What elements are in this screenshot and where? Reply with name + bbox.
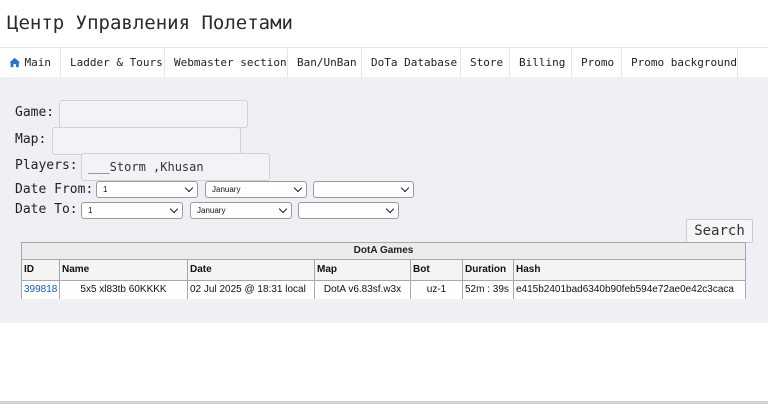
nav-item-ban-unban[interactable]: Ban/UnBan bbox=[288, 48, 362, 77]
game-input[interactable] bbox=[59, 100, 248, 128]
column-header-name: Name bbox=[60, 260, 188, 280]
players-input[interactable]: ___Storm ,Khusan bbox=[81, 153, 270, 181]
chevron-down-icon bbox=[385, 204, 395, 214]
date-to-year-select[interactable] bbox=[298, 202, 399, 219]
nav-item-promo-background[interactable]: Promo background bbox=[622, 48, 738, 77]
nav-item-label: Promo background bbox=[631, 56, 737, 69]
nav-item-ladder-tours[interactable]: Ladder & Tours bbox=[61, 48, 165, 77]
nav-item-label: Main bbox=[24, 56, 52, 69]
chevron-down-icon bbox=[184, 183, 194, 193]
chevron-down-icon bbox=[278, 204, 288, 214]
players-label: Players: bbox=[15, 158, 78, 173]
search-button[interactable]: Search bbox=[686, 219, 753, 243]
column-header-hash: Hash bbox=[516, 264, 541, 275]
game-name-cell: 5x5 xl83tb 60KKKK bbox=[60, 281, 188, 299]
date-from-day-select[interactable]: 1 bbox=[96, 181, 198, 198]
game-bot-cell: uz-1 bbox=[411, 281, 463, 299]
selected-value: 1 bbox=[88, 206, 93, 215]
table-row: 399818 5x5 xl83tb 60KKKK 02 Jul 2025 @ 1… bbox=[22, 281, 745, 299]
nav-item-dota-database[interactable]: DoTa Database bbox=[362, 48, 461, 77]
main-nav: Main Ladder & Tours Webmaster section Ba… bbox=[0, 47, 768, 78]
date-to-label: Date To: bbox=[15, 202, 78, 217]
column-header-map: Map bbox=[315, 260, 411, 280]
date-to-month-select[interactable]: January bbox=[190, 202, 292, 219]
nav-item-label: Ladder & Tours bbox=[70, 56, 163, 69]
nav-item-billing[interactable]: Billing bbox=[510, 48, 572, 77]
date-to-day-select[interactable]: 1 bbox=[81, 202, 183, 219]
column-header-date: Date bbox=[188, 260, 315, 280]
chevron-down-icon bbox=[169, 204, 179, 214]
game-hash-cell: e415b2401bad6340b90feb594e72ae0e42c3caca bbox=[516, 284, 734, 295]
table-header-row: ID Name Date Map Bot Duration Hash bbox=[22, 260, 745, 281]
column-header-duration: Duration bbox=[463, 260, 514, 280]
table-caption: DotA Games bbox=[22, 243, 745, 260]
nav-item-main[interactable]: Main bbox=[0, 48, 61, 77]
nav-item-label: Ban/UnBan bbox=[297, 56, 357, 69]
nav-item-webmaster-section[interactable]: Webmaster section bbox=[165, 48, 288, 77]
game-date-cell: 02 Jul 2025 @ 18:31 local bbox=[188, 281, 315, 299]
nav-item-label: Billing bbox=[519, 56, 566, 69]
column-header-bot: Bot bbox=[411, 260, 463, 280]
nav-item-label: Webmaster section bbox=[174, 56, 287, 69]
date-from-month-select[interactable]: January bbox=[205, 181, 307, 198]
date-from-year-select[interactable] bbox=[313, 181, 414, 198]
column-header-id: ID bbox=[22, 260, 60, 280]
page-title: Центр Управления Полетами bbox=[7, 12, 293, 34]
chevron-down-icon bbox=[293, 183, 303, 193]
nav-item-store[interactable]: Store bbox=[461, 48, 510, 77]
game-map-cell: DotA v6.83sf.w3x bbox=[315, 281, 411, 299]
home-icon bbox=[9, 57, 21, 68]
selected-value: 1 bbox=[103, 185, 108, 194]
nav-item-label: Store bbox=[470, 56, 504, 69]
nav-item-label: DoTa Database bbox=[371, 56, 458, 69]
nav-item-label: Promo bbox=[581, 56, 615, 69]
game-duration-cell: 52m : 39s bbox=[463, 281, 514, 299]
nav-item-promo[interactable]: Promo bbox=[572, 48, 622, 77]
map-input[interactable] bbox=[52, 127, 241, 155]
selected-value: January bbox=[212, 185, 241, 194]
dota-games-table: DotA Games ID Name Date Map Bot Duration… bbox=[21, 242, 746, 299]
selected-value: January bbox=[197, 206, 226, 215]
date-from-label: Date From: bbox=[15, 182, 94, 197]
game-id-link[interactable]: 399818 bbox=[22, 281, 60, 299]
chevron-down-icon bbox=[400, 183, 410, 193]
game-label: Game: bbox=[15, 105, 55, 120]
map-label: Map: bbox=[15, 132, 47, 147]
